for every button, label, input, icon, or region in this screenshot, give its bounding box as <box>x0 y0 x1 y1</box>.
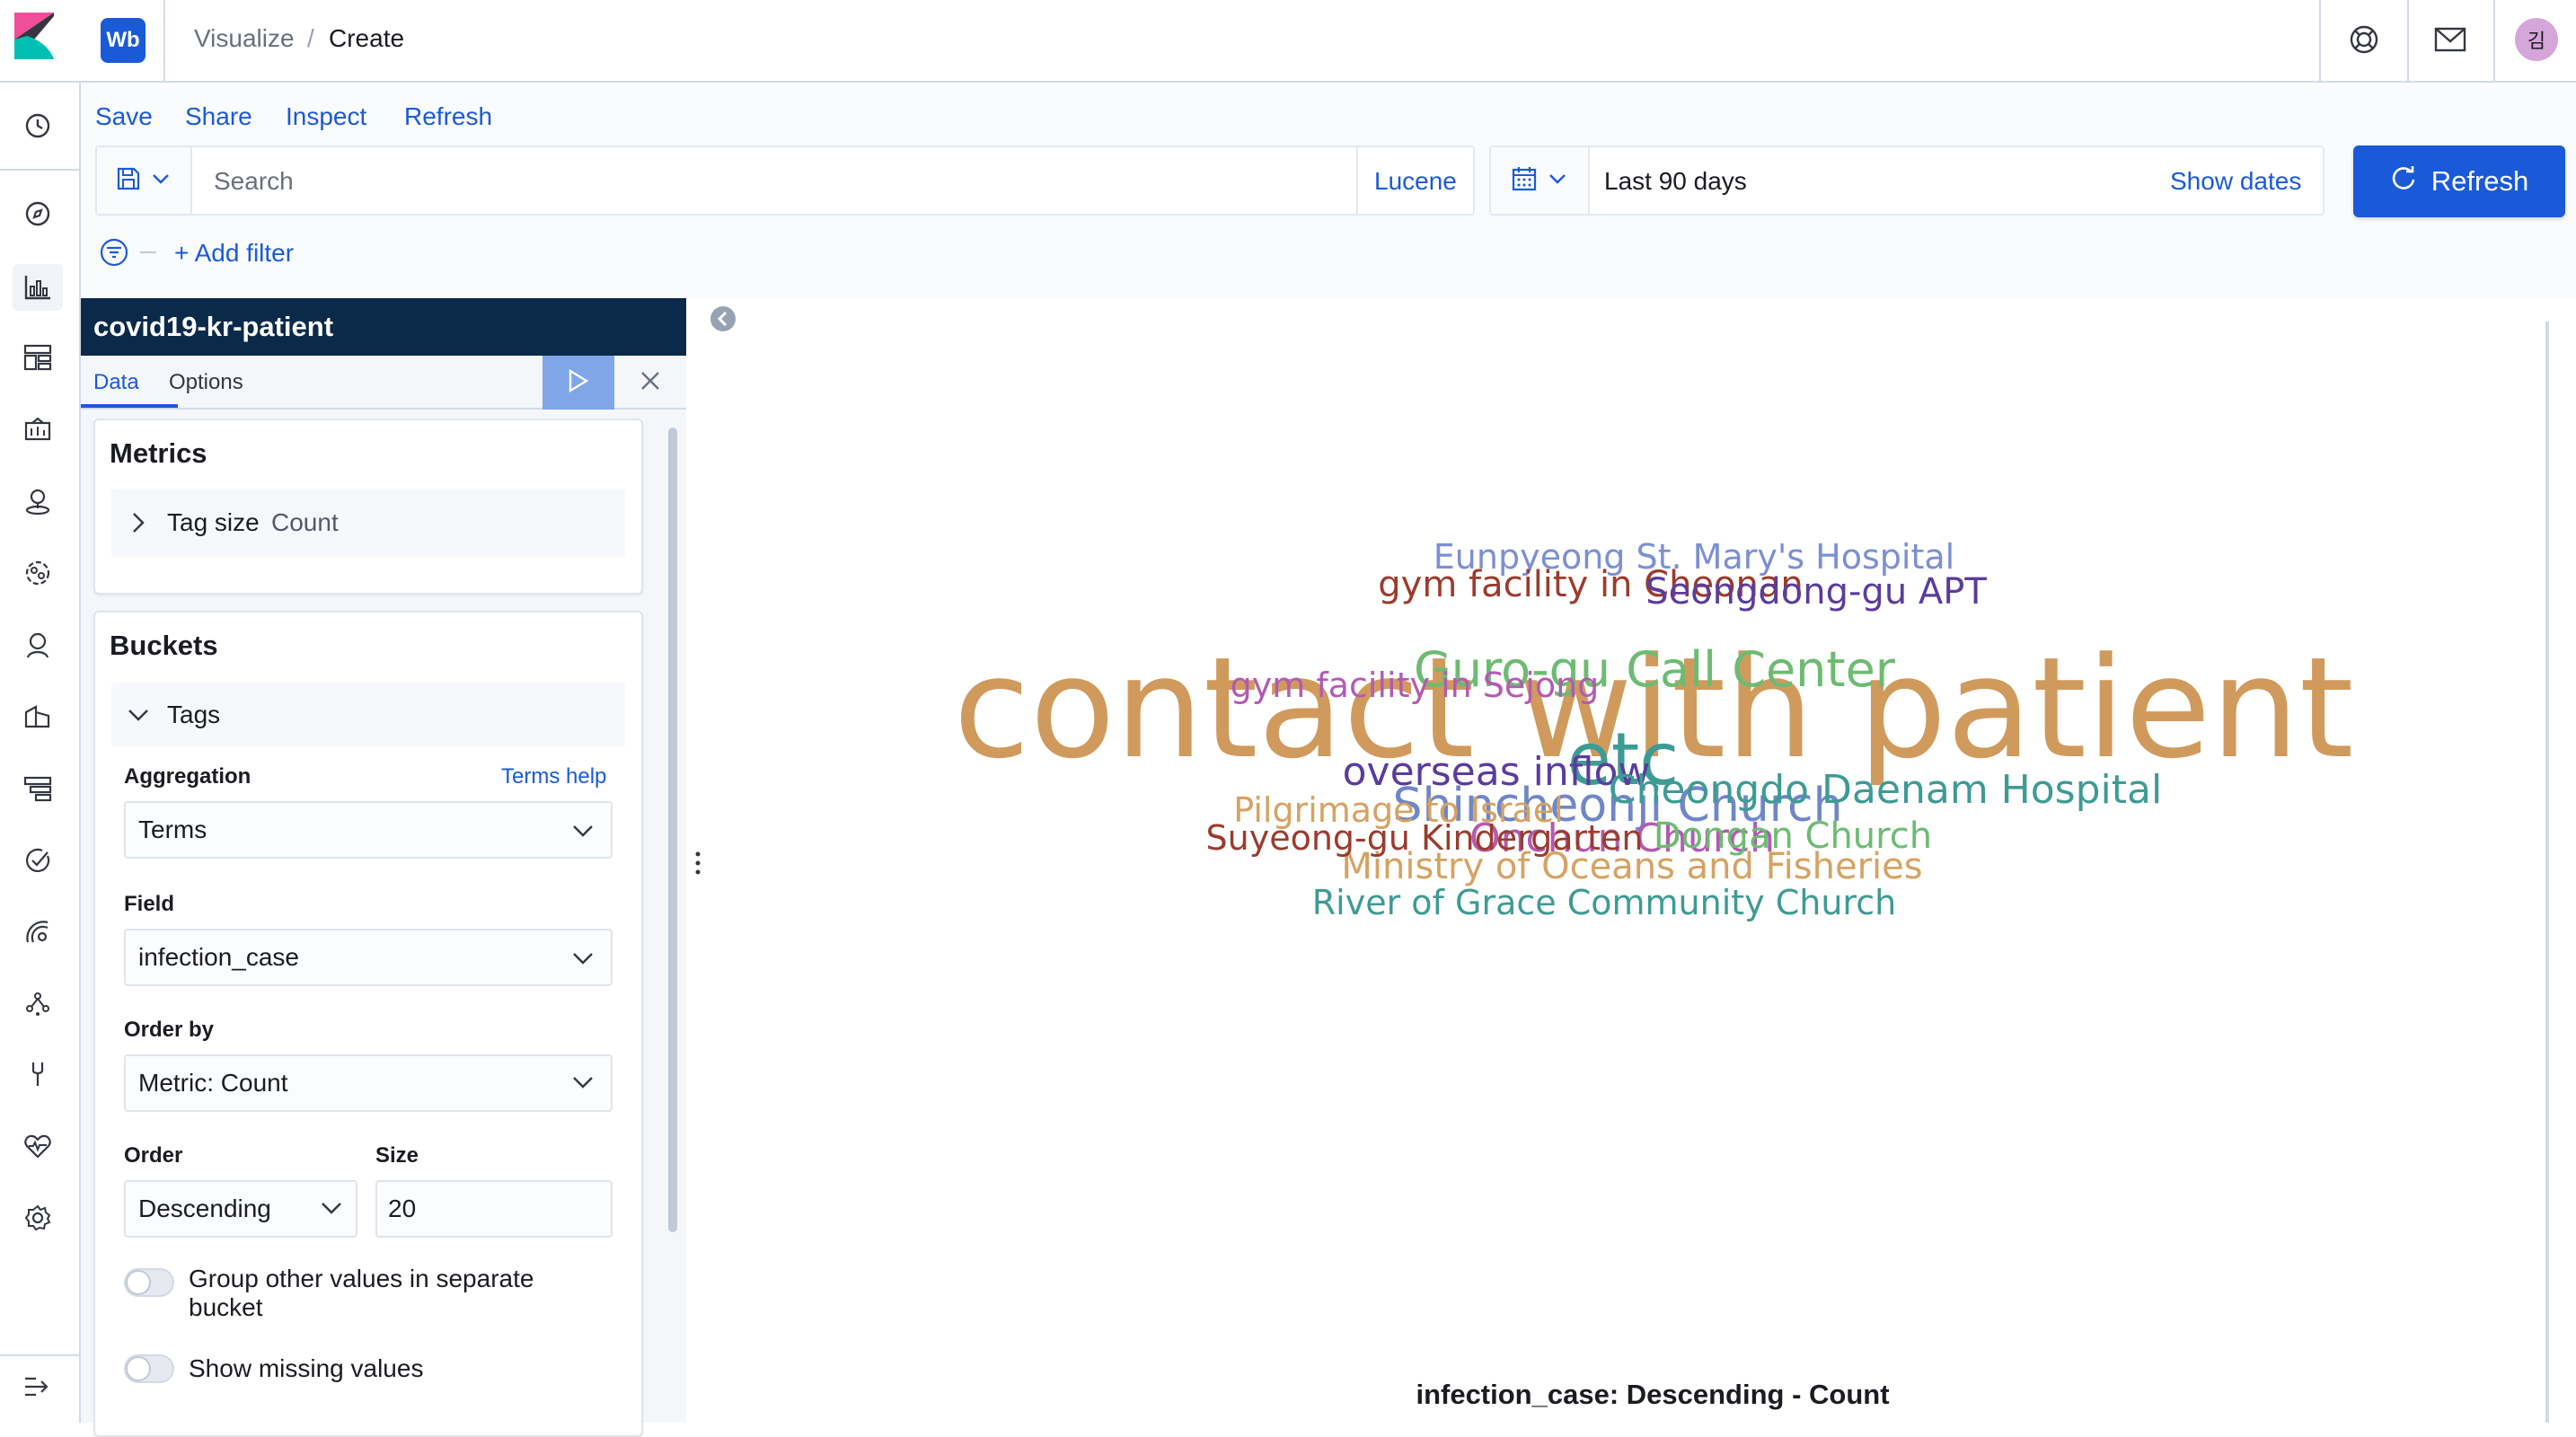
infrastructure-icon[interactable] <box>18 625 57 665</box>
tab-options[interactable]: Options <box>169 366 243 399</box>
query-divider <box>1356 147 1358 214</box>
user-avatar[interactable]: 김 <box>2515 18 2558 61</box>
maps-icon[interactable] <box>18 481 57 521</box>
help-icon[interactable] <box>2344 20 2384 59</box>
kibana-logo-icon[interactable] <box>14 13 68 66</box>
terms-help-link[interactable]: Terms help <box>501 762 606 792</box>
filter-options-icon[interactable] <box>99 237 129 268</box>
chevron-down-icon <box>569 945 596 972</box>
management-gear-icon[interactable] <box>18 1198 57 1238</box>
newsfeed-mail-icon[interactable] <box>2430 20 2470 59</box>
tag-cloud-word[interactable]: River of Grace Community Church <box>1312 883 1896 922</box>
index-pattern-title: covid19-kr-patient <box>81 298 686 356</box>
group-other-label: Group other values in separate bucket <box>189 1265 534 1321</box>
header-divider <box>2319 0 2321 81</box>
aggregation-value: Terms <box>138 815 207 843</box>
breadcrumb-create: Create <box>329 24 405 52</box>
canvas-icon[interactable] <box>18 410 57 449</box>
active-tab-indicator <box>81 404 178 408</box>
refresh-link[interactable]: Refresh <box>404 99 492 135</box>
visualize-icon[interactable] <box>13 264 63 311</box>
sidebar-scrollbar[interactable] <box>668 428 677 1232</box>
collapse-sidebar-icon[interactable] <box>710 305 737 332</box>
tag-cloud-word[interactable]: Cheongdo Daenam Hospital <box>1609 767 2162 813</box>
chevron-down-icon <box>569 1069 596 1096</box>
resize-handle-icon[interactable] <box>693 850 702 877</box>
dock-navigation-icon[interactable] <box>18 1367 57 1406</box>
close-icon <box>640 370 661 396</box>
show-missing-label: Show missing values <box>189 1354 424 1382</box>
chevron-down-icon[interactable] <box>124 701 153 729</box>
show-dates-link[interactable]: Show dates <box>2170 163 2301 199</box>
buckets-title: Buckets <box>110 630 218 661</box>
apm-icon[interactable] <box>18 769 57 808</box>
aggregation-label: Aggregation <box>124 764 251 789</box>
tag-cloud-word[interactable]: Dongan Church <box>1654 815 1932 857</box>
apply-changes-button[interactable] <box>543 356 614 410</box>
metric-type: Count <box>271 508 339 536</box>
add-filter-button[interactable]: + Add filter <box>174 235 294 271</box>
monitoring-icon[interactable] <box>18 1126 57 1166</box>
chevron-down-icon <box>1547 168 1568 194</box>
space-avatar[interactable]: Wb <box>101 18 146 63</box>
toggle-knob <box>126 1356 151 1381</box>
field-label: Field <box>124 892 175 916</box>
tag-cloud-word[interactable]: gym facility in Sejong <box>1231 666 1600 705</box>
tag-cloud-word[interactable]: Suyeong-gu Kindergarten <box>1206 818 1644 858</box>
search-input[interactable] <box>212 158 1338 205</box>
graph-icon[interactable] <box>18 984 57 1024</box>
discover-compass-icon[interactable] <box>18 194 57 234</box>
tag-cloud: contact with patientetcShincheonji Churc… <box>953 537 2353 922</box>
metric-label: Tag size <box>167 508 260 536</box>
save-disk-icon <box>116 166 141 196</box>
logs-icon[interactable] <box>18 697 57 736</box>
breadcrumb-visualize[interactable]: Visualize <box>194 20 295 57</box>
size-value: 20 <box>388 1195 417 1222</box>
recently-viewed-clock-icon[interactable] <box>18 106 57 145</box>
date-range-text[interactable]: Last 90 days <box>1604 163 1747 199</box>
chevron-right-icon[interactable] <box>126 508 151 537</box>
saved-query-button[interactable] <box>97 147 192 214</box>
size-label: Size <box>375 1143 419 1168</box>
refresh-icon <box>2390 164 2417 198</box>
header-divider <box>2493 0 2495 81</box>
toggle-knob <box>126 1270 151 1295</box>
tag-cloud-word[interactable]: Seongdong-gu APT <box>1645 571 1987 613</box>
refresh-button-label: Refresh <box>2430 165 2529 197</box>
dev-tools-icon[interactable] <box>18 1054 57 1094</box>
inspect-link[interactable]: Inspect <box>286 99 366 135</box>
field-value: infection_case <box>138 943 300 971</box>
tag-cloud-word[interactable]: overseas inflow <box>1343 749 1651 795</box>
dashboard-icon[interactable] <box>18 338 57 377</box>
tab-data[interactable]: Data <box>93 366 139 399</box>
order-value: Descending <box>138 1195 271 1222</box>
calendar-icon <box>1511 165 1538 197</box>
refresh-button[interactable]: Refresh <box>2353 145 2565 217</box>
header-divider <box>163 0 165 81</box>
order-by-label: Order by <box>124 1018 215 1042</box>
discard-changes-button[interactable] <box>629 363 672 402</box>
header-divider <box>2407 0 2409 81</box>
bucket-label: Tags <box>167 701 221 728</box>
visualization-scrollbar <box>2545 322 2549 1423</box>
siem-icon[interactable] <box>18 912 57 952</box>
chevron-down-icon <box>150 168 172 194</box>
breadcrumb-separator: / <box>307 24 314 52</box>
share-link[interactable]: Share <box>185 99 252 135</box>
filter-divider <box>140 251 156 253</box>
metrics-title: Metrics <box>110 437 207 469</box>
uptime-icon[interactable] <box>18 841 57 880</box>
query-language-button[interactable]: Lucene <box>1374 163 1457 199</box>
nav-divider <box>0 169 79 171</box>
nav-divider <box>0 1354 79 1356</box>
order-by-value: Metric: Count <box>138 1069 288 1097</box>
play-icon <box>567 368 590 398</box>
machine-learning-icon[interactable] <box>18 553 57 593</box>
visualization-caption: infection_case: Descending - Count <box>1416 1379 1890 1410</box>
quick-date-menu-button[interactable] <box>1491 147 1590 214</box>
save-link[interactable]: Save <box>95 99 153 135</box>
order-label: Order <box>124 1143 183 1168</box>
chevron-down-icon <box>318 1195 345 1221</box>
chevron-down-icon <box>569 817 596 844</box>
